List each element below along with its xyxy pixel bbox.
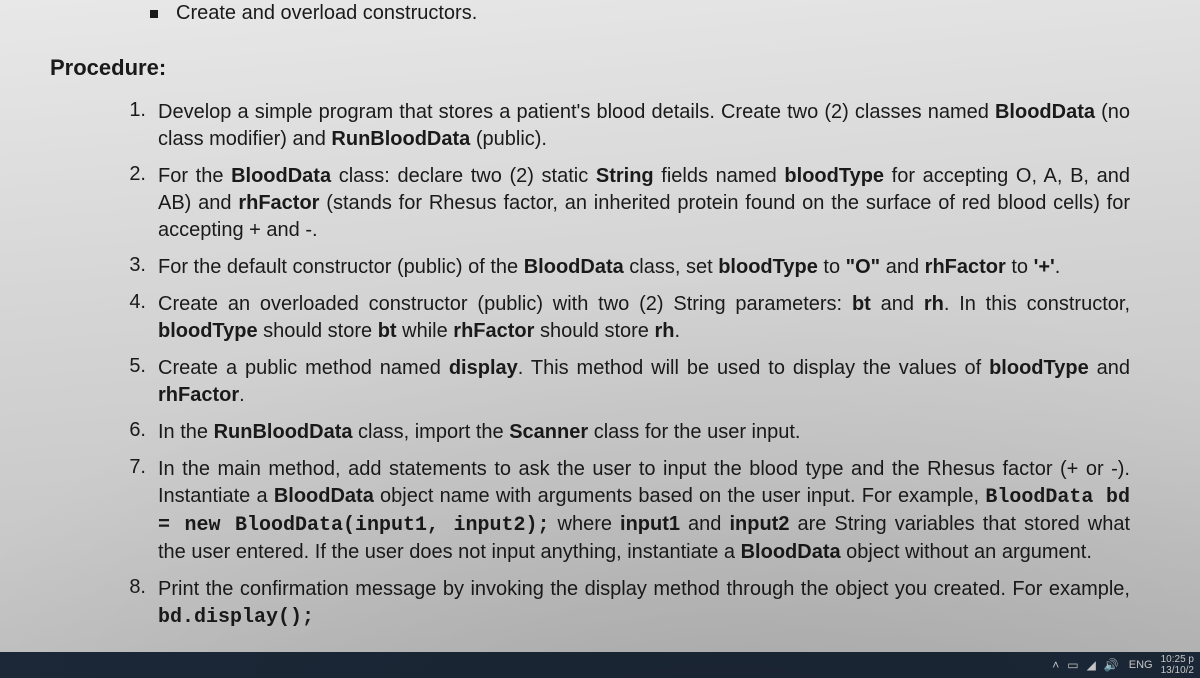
- list-content: Print the confirmation message by invoki…: [158, 576, 1170, 631]
- list-item: 1. Develop a simple program that stores a…: [120, 99, 1170, 153]
- list-number: 2.: [120, 163, 146, 186]
- bold-text: bt: [378, 320, 397, 342]
- bold-text: String: [596, 165, 654, 187]
- bold-text: rhFactor: [453, 320, 534, 342]
- bullet-text: Create and overload constructors.: [176, 2, 477, 25]
- list-number: 5.: [120, 355, 146, 378]
- list-item: 4. Create an overloaded constructor (publ…: [120, 291, 1170, 345]
- list-number: 7.: [120, 456, 146, 479]
- bold-text: BloodData: [274, 485, 374, 507]
- bullet-marker: [150, 10, 158, 18]
- list-content: Develop a simple program that stores a p…: [158, 99, 1170, 153]
- bold-text: bloodType: [158, 320, 258, 342]
- tray-date-text: 13/10/2: [1161, 665, 1194, 676]
- bold-text: "O": [846, 256, 881, 278]
- bold-text: RunBloodData: [214, 421, 353, 443]
- bold-text: bloodType: [718, 256, 818, 278]
- bold-text: BloodData: [231, 165, 331, 187]
- bold-text: bt: [852, 293, 871, 315]
- list-content: For the BloodData class: declare two (2)…: [158, 163, 1170, 244]
- bold-text: rhFactor: [925, 256, 1006, 278]
- procedure-heading: Procedure:: [0, 37, 1170, 99]
- code-text: bd.display();: [158, 606, 314, 629]
- bold-text: rhFactor: [238, 192, 319, 214]
- speaker-icon[interactable]: 🔊: [1104, 658, 1119, 672]
- procedure-list: 1. Develop a simple program that stores a…: [0, 99, 1170, 631]
- list-number: 4.: [120, 291, 146, 314]
- list-content: In the RunBloodData class, import the Sc…: [158, 419, 840, 446]
- tray-time-text: 10:25 p: [1161, 654, 1194, 665]
- wifi-icon[interactable]: ◢: [1087, 658, 1096, 672]
- bold-text: RunBloodData: [331, 128, 470, 150]
- bold-text: input2: [729, 513, 789, 535]
- list-content: Create an overloaded constructor (public…: [158, 291, 1170, 345]
- list-content: For the default constructor (public) of …: [158, 254, 1100, 281]
- list-number: 6.: [120, 419, 146, 442]
- bold-text: bloodType: [989, 357, 1089, 379]
- bold-text: bloodType: [784, 165, 884, 187]
- list-item: 2. For the BloodData class: declare two (…: [120, 163, 1170, 244]
- bold-text: '+': [1034, 256, 1055, 278]
- list-number: 8.: [120, 576, 146, 599]
- bold-text: BloodData: [995, 101, 1095, 123]
- bold-text: rh: [655, 320, 675, 342]
- bold-text: Scanner: [509, 421, 588, 443]
- bold-text: BloodData: [524, 256, 624, 278]
- bold-text: rh: [924, 293, 944, 315]
- tray-clock[interactable]: 10:25 p 13/10/2: [1157, 654, 1196, 676]
- battery-icon[interactable]: ▭: [1067, 658, 1078, 672]
- list-number: 1.: [120, 99, 146, 122]
- list-item: 5. Create a public method named display. …: [120, 355, 1170, 409]
- tray-icons: ˄ ▭ ◢ 🔊: [1052, 658, 1125, 672]
- list-item: 3. For the default constructor (public) o…: [120, 254, 1170, 281]
- tray-language[interactable]: ENG: [1125, 659, 1157, 671]
- list-content: Create a public method named display. Th…: [158, 355, 1170, 409]
- bold-text: input1: [620, 513, 680, 535]
- list-item: 8. Print the confirmation message by invo…: [120, 576, 1170, 631]
- chevron-up-icon[interactable]: ˄: [1052, 658, 1059, 672]
- list-item: 7. In the main method, add statements to …: [120, 456, 1170, 566]
- list-item: 6. In the RunBloodData class, import the …: [120, 419, 1170, 446]
- bullet-item: Create and overload constructors.: [0, 0, 1170, 37]
- bold-text: BloodData: [741, 541, 841, 563]
- bold-text: rhFactor: [158, 384, 239, 406]
- bold-text: display: [449, 357, 518, 379]
- list-number: 3.: [120, 254, 146, 277]
- taskbar: ˄ ▭ ◢ 🔊 ENG 10:25 p 13/10/2: [0, 652, 1200, 678]
- list-content: In the main method, add statements to as…: [158, 456, 1170, 566]
